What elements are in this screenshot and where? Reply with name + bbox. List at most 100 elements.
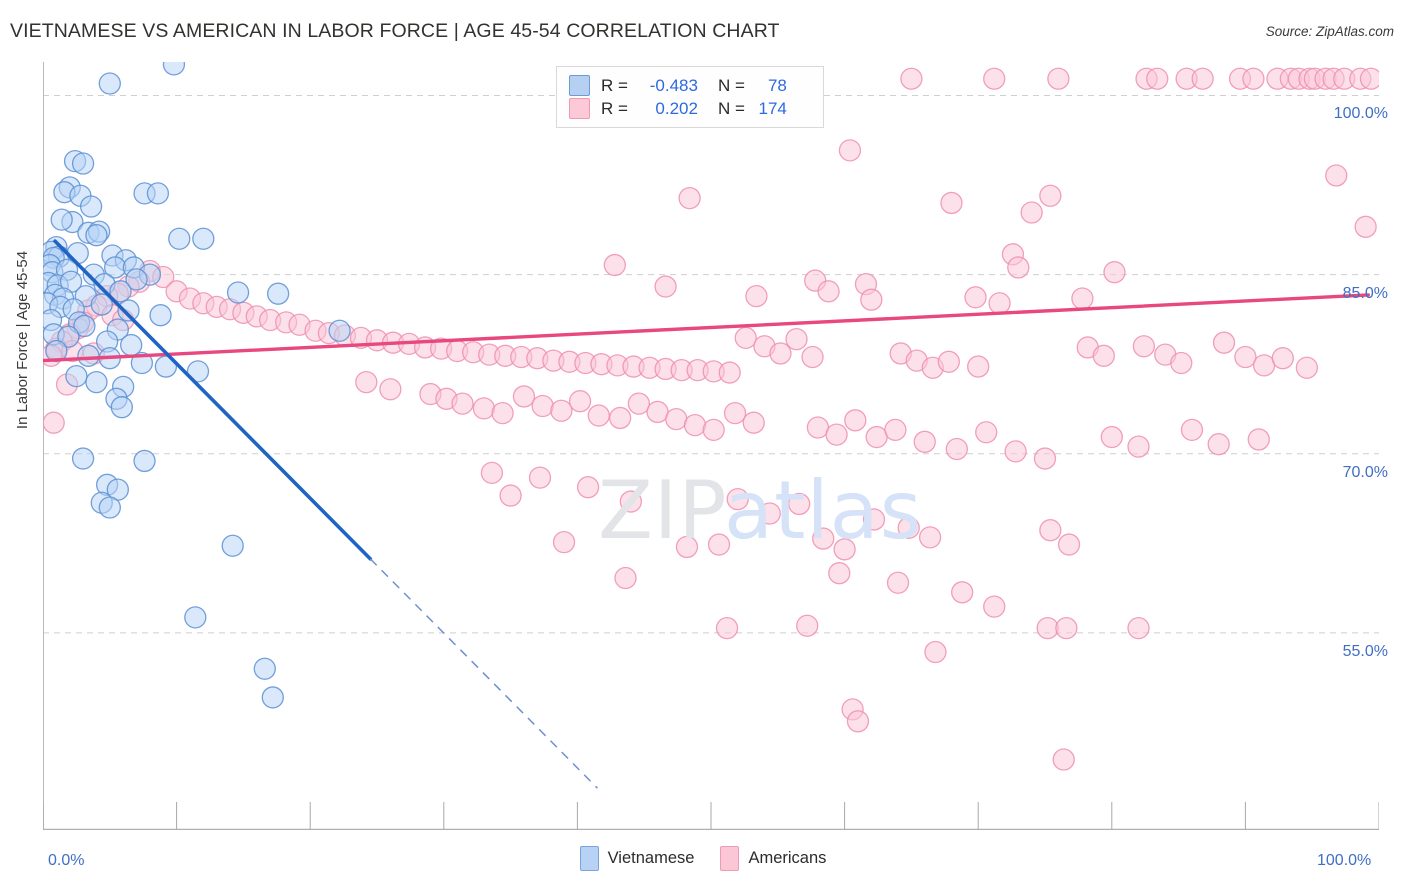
data-point [1146,67,1169,90]
data-point [937,350,960,373]
data-point [726,487,749,511]
data-point [988,292,1011,315]
data-point [1033,447,1057,470]
data-point [918,526,942,549]
data-point [897,516,920,539]
data-point [964,286,987,309]
data-point [951,581,974,604]
data-point [355,370,378,394]
data-point [1271,347,1294,370]
legend-label-vietnamese: Vietnamese [607,849,695,867]
data-point [1039,184,1062,207]
data-point [967,355,990,378]
data-point [184,606,207,629]
data-point [1052,748,1075,771]
data-point [913,430,936,453]
y-axis-tick-label: 100.0% [1333,105,1388,123]
data-point [1354,215,1377,238]
data-point [480,461,504,485]
data-point [825,423,848,446]
data-point [801,345,824,369]
data-point [828,562,851,585]
data-point [1092,344,1115,367]
chart-page: VIETNAMESE VS AMERICAN IN LABOR FORCE | … [0,0,1406,892]
data-point [1103,261,1126,284]
r-label-vietnamese: R = [601,75,628,95]
data-point [865,425,888,449]
data-point [77,344,100,367]
r-value-vietnamese: -0.483 [649,75,698,95]
data-point [1170,351,1193,375]
trendline-vietnamese-extension [369,558,598,789]
data-point [1242,67,1265,90]
data-point [1212,331,1236,354]
data-point [221,534,244,557]
page-title: VIETNAMESE VS AMERICAN IN LABOR FORCE | … [10,20,780,42]
data-point [1057,533,1081,556]
data-point [683,413,707,437]
legend-item-vietnamese[interactable]: Vietnamese [579,846,695,871]
data-point [85,224,108,247]
legend-label-americans: Americans [748,849,827,867]
data-point [812,527,835,550]
scatter-plot-svg [43,62,1379,830]
data-point [1055,617,1078,640]
y-axis-title: In Labor Force | Age 45-54 [14,250,31,430]
data-point [1359,67,1379,90]
data-point [603,253,626,277]
data-point [192,227,215,250]
data-point [924,640,947,664]
data-point [945,437,968,461]
data-point [266,282,290,305]
data-point [833,538,856,561]
data-point [678,187,701,210]
legend-item-americans[interactable]: Americans [720,846,826,871]
data-point [646,400,669,424]
legend-swatch-americans [569,98,590,119]
data-point [1247,428,1270,451]
plot-area: ZIPatlas [43,62,1379,830]
data-point [983,67,1006,90]
data-point [528,466,552,489]
data-point [43,411,65,434]
data-point [1295,356,1319,379]
data-point [619,490,642,513]
data-point [975,421,998,444]
r-label-americans: R = [601,98,628,118]
data-point [1132,335,1156,358]
data-point [451,392,474,415]
data-point [983,595,1006,618]
data-point [50,208,73,231]
data-point [79,195,103,218]
data-point [745,284,768,308]
y-axis-tick-label: 70.0% [1342,463,1388,481]
data-point [785,327,808,351]
data-point [702,418,725,442]
data-point [940,191,963,215]
data-point [665,407,688,431]
legend-color-americans [720,846,740,871]
data-point [1127,617,1150,640]
data-point [838,139,862,162]
data-point [846,710,870,733]
y-axis-tick-label: 55.0% [1342,642,1388,660]
data-point [85,370,108,394]
data-point [71,447,95,470]
data-point [98,496,121,519]
series-legend: Vietnamese Americans [0,846,1406,871]
legend-swatch-vietnamese [569,75,590,96]
data-point [1325,164,1348,187]
data-point [552,530,576,554]
data-point [675,535,699,559]
data-point [1007,256,1030,279]
data-point [149,304,172,327]
data-point [758,502,781,525]
data-point [1100,425,1123,449]
data-point [117,299,140,322]
data-point [512,385,536,408]
data-point [146,182,170,205]
data-point [884,418,907,442]
series-americans-points [43,67,1379,771]
y-axis-tick-label: 85.0% [1342,284,1388,302]
data-point [491,401,514,425]
